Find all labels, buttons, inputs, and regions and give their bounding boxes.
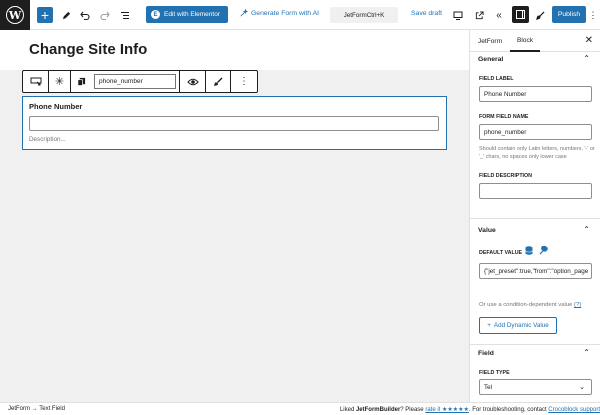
field-name-control: phone_number <box>91 71 180 92</box>
divider <box>470 344 600 345</box>
field-description-input[interactable] <box>479 183 592 199</box>
command-palette-button[interactable]: JetFormCtrl+K <box>330 7 398 23</box>
wrench-icon[interactable] <box>539 245 548 257</box>
default-value-title: DEFAULT VALUE <box>479 250 523 256</box>
undo-icon[interactable] <box>79 7 91 23</box>
list-view-icon[interactable] <box>119 7 131 23</box>
chevron-up-icon[interactable]: ⌃ <box>583 348 590 357</box>
collapse-icon[interactable]: « <box>493 7 505 23</box>
text-field-block[interactable]: Phone Number Description... <box>22 96 447 150</box>
editor-footer: JetForm → Text Field Liked JetFormBuilde… <box>0 402 600 415</box>
elementor-icon: E <box>151 10 160 19</box>
eye-icon[interactable] <box>180 71 206 92</box>
more-vertical-icon[interactable]: ⋮ <box>231 71 257 92</box>
chevron-up-icon[interactable]: ⌃ <box>583 54 590 63</box>
form-field-name-title: FORM FIELD NAME <box>479 114 529 120</box>
brush-icon[interactable] <box>206 71 231 92</box>
command-center-label: JetFormCtrl+K <box>343 11 385 19</box>
condition-dependent-text: Or use a condition-dependent value (?) <box>479 302 581 308</box>
brand-name: JetFormBuilder <box>355 407 401 413</box>
breadcrumb: JetForm → Text Field <box>8 406 65 412</box>
breadcrumb-separator: → <box>31 406 38 412</box>
elementor-label: Edit with Elementor <box>164 11 220 18</box>
breadcrumb-text-field[interactable]: Text Field <box>39 406 65 412</box>
generate-form-label: Generate Form with AI <box>251 9 319 17</box>
field-type-select[interactable]: Tel ⌄ <box>479 379 592 395</box>
field-type-value: Tel <box>484 383 493 391</box>
chevron-up-icon[interactable]: ⌃ <box>583 225 590 234</box>
tab-block[interactable]: Block <box>510 30 540 52</box>
add-dynamic-value-button[interactable]: + Add Dynamic Value <box>479 317 557 334</box>
editor-top-bar: W + E Edit with Elementor Generate Form … <box>0 0 600 30</box>
add-block-button[interactable]: + <box>37 7 53 23</box>
desktop-icon[interactable] <box>452 7 464 23</box>
condition-help-link[interactable]: (?) <box>574 302 581 308</box>
phone-number-input[interactable] <box>29 116 439 131</box>
liked-text: Liked <box>339 407 355 413</box>
publish-button[interactable]: Publish <box>552 6 586 23</box>
magic-wand-icon <box>240 9 248 17</box>
pencil-icon[interactable] <box>60 7 72 23</box>
support-link[interactable]: Crocoblock support <box>548 407 600 413</box>
field-label[interactable]: Phone Number <box>29 102 82 111</box>
sidebar-tabs: JetForm Block ✕ <box>470 30 600 52</box>
redo-icon[interactable] <box>99 7 111 23</box>
breadcrumb-jetform[interactable]: JetForm <box>8 406 30 412</box>
field-label-input[interactable]: Phone Number <box>479 86 592 102</box>
editor-canvas: Change Site Info ✳ phone_number ⋮ Phone … <box>0 30 469 402</box>
more-icon[interactable]: ⋮ <box>588 7 598 23</box>
field-panel-title[interactable]: Field <box>478 350 494 357</box>
default-value-input[interactable]: {"jet_preset":true,"from":"option_page <box>479 263 592 279</box>
settings-sidebar: JetForm Block ✕ General ⌃ FIELD LABEL Ph… <box>469 30 600 402</box>
tab-jetform[interactable]: JetForm <box>474 30 506 52</box>
field-label-title: FIELD LABEL <box>479 76 514 82</box>
chevron-down-icon: ⌄ <box>579 384 585 391</box>
footer-note: Liked JetFormBuilder? Please rate it ★★★… <box>340 406 600 413</box>
condition-text: Or use a condition-dependent value <box>479 302 573 308</box>
field-name-input[interactable]: phone_number <box>94 74 176 89</box>
generate-form-ai-button[interactable]: Generate Form with AI <box>240 9 319 17</box>
general-panel-title[interactable]: General <box>478 56 503 63</box>
field-name-help: Should contain only Latin letters, numbe… <box>479 146 595 160</box>
sidebar-icon[interactable] <box>512 6 529 23</box>
brush-icon[interactable] <box>534 7 546 23</box>
copy-icon[interactable] <box>71 71 91 92</box>
block-toolbar: ✳ phone_number ⋮ <box>22 70 258 93</box>
troubleshoot-text: . For troubleshooting, contact <box>468 407 547 413</box>
field-icon[interactable] <box>23 71 49 92</box>
field-type-title: FIELD TYPE <box>479 370 510 376</box>
external-link-icon[interactable] <box>473 7 485 23</box>
plus-icon: + <box>487 322 491 329</box>
edit-with-elementor-button[interactable]: E Edit with Elementor <box>146 6 228 23</box>
title-area: Change Site Info <box>0 30 469 70</box>
database-icon[interactable] <box>525 246 533 257</box>
field-description-title: FIELD DESCRIPTION <box>479 173 532 179</box>
required-icon[interactable]: ✳ <box>49 71 71 92</box>
add-dynamic-label: Add Dynamic Value <box>493 322 549 329</box>
save-draft-button[interactable]: Save draft <box>411 10 442 17</box>
field-description[interactable]: Description... <box>29 136 66 143</box>
wordpress-icon[interactable]: W <box>0 0 30 30</box>
form-field-name-input[interactable]: phone_number <box>479 124 592 140</box>
divider <box>470 218 600 219</box>
page-title[interactable]: Change Site Info <box>29 41 147 58</box>
please-text: ? Please <box>400 407 424 413</box>
rate-link[interactable]: rate it ★★★★★ <box>425 407 469 413</box>
close-icon[interactable]: ✕ <box>585 35 593 46</box>
value-panel-title[interactable]: Value <box>478 227 496 234</box>
